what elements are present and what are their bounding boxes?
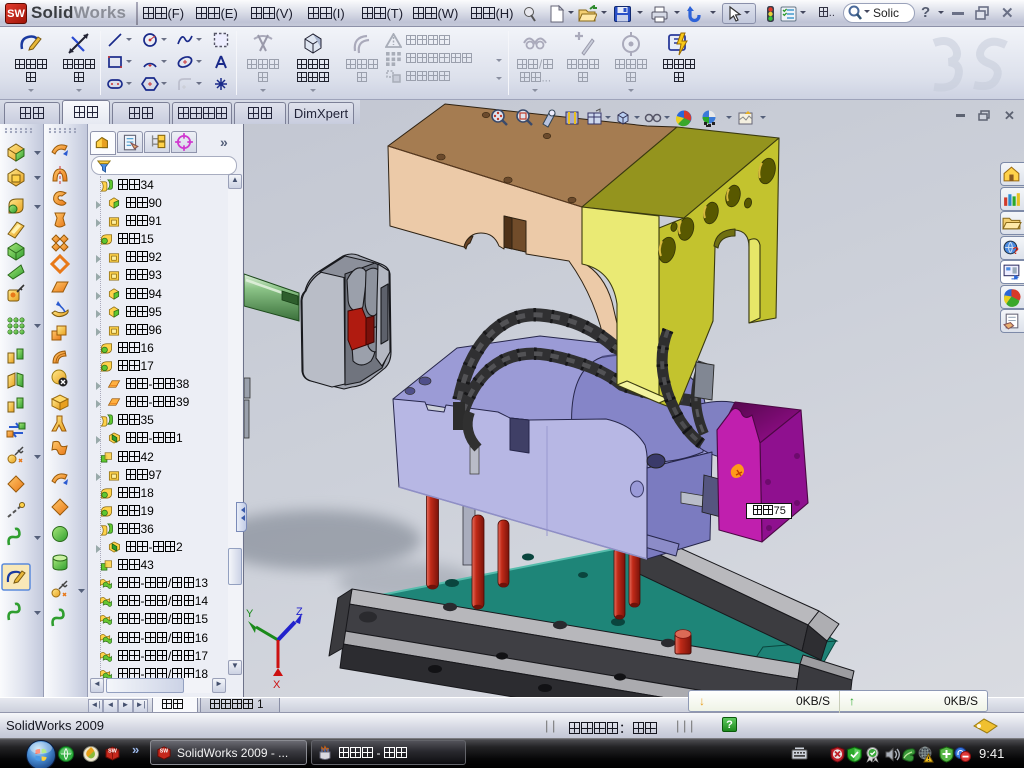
svg-text:Y: Y [246,608,254,620]
svg-text:?: ? [1013,244,1019,256]
svg-text:Z: Z [296,606,303,618]
svg-text:X: X [273,679,281,691]
svg-text:SW: SW [108,749,118,755]
svg-text:SW: SW [160,749,168,755]
